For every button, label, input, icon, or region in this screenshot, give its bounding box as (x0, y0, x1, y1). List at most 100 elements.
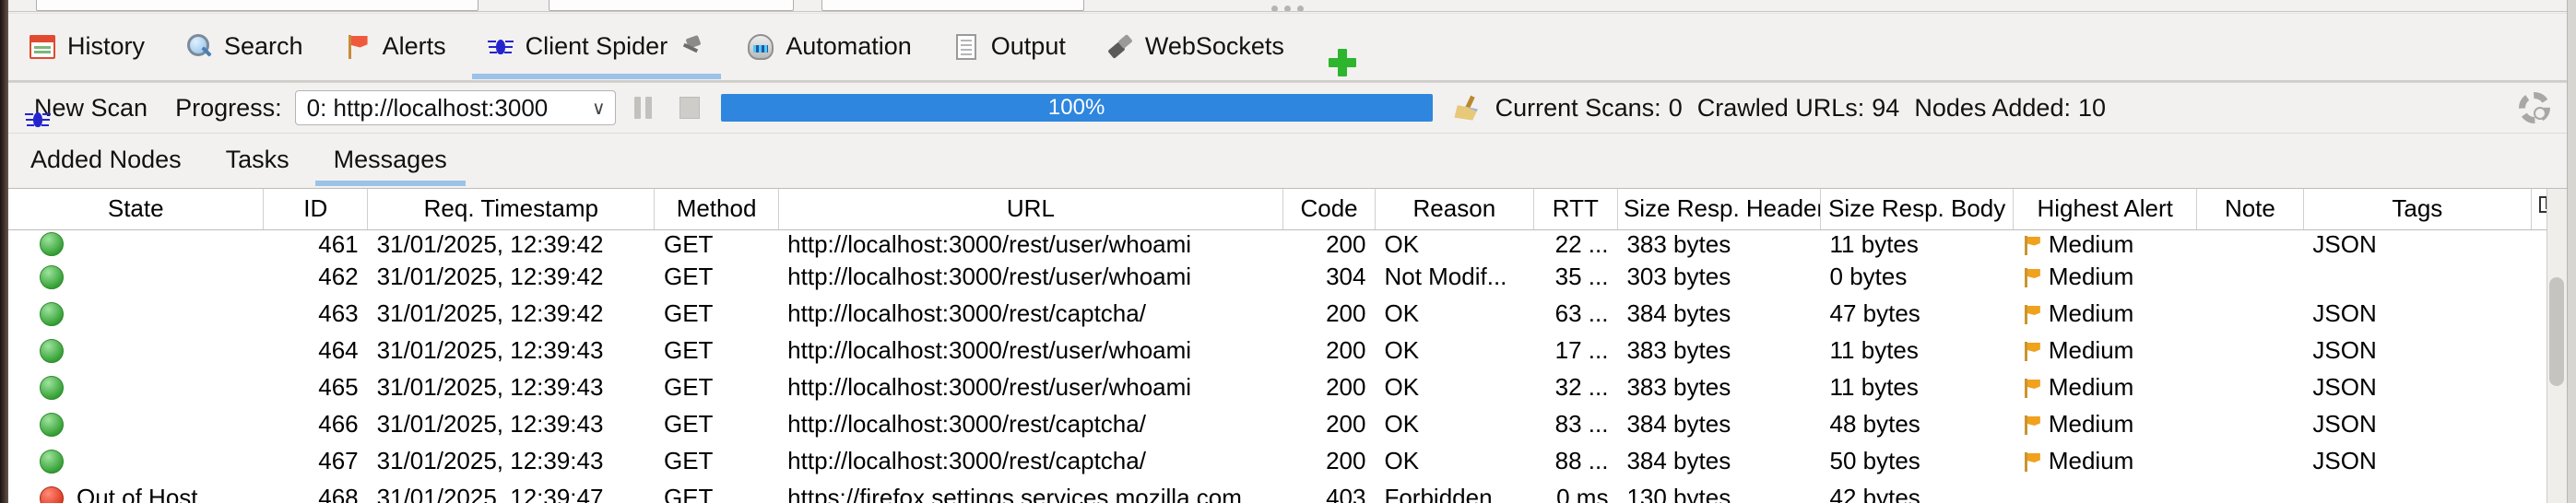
table-row[interactable]: 462 31/01/2025, 12:39:42 GET http://localho… (8, 259, 2567, 296)
cell-code: 200 (1326, 447, 1366, 474)
cell-id: 466 (318, 410, 359, 438)
cell-reason: OK (1384, 410, 1420, 438)
col-header-url[interactable]: URL (778, 189, 1284, 230)
scan-progress-text: 100% (1047, 95, 1105, 120)
table-row[interactable]: Out of Host 468 31/01/2025, 12:39:47 GET htt… (8, 480, 2567, 503)
cell-highest-alert: Medium (2014, 369, 2197, 406)
cell-reason: OK (1384, 447, 1420, 474)
cell-rtt: 83 ... (1554, 410, 1609, 438)
col-header-highest-alert[interactable]: Highest Alert (2013, 189, 2197, 230)
sub-tab-added-nodes[interactable]: Added Nodes (8, 134, 204, 186)
table-row[interactable]: 463 31/01/2025, 12:39:42 GET http://localho… (8, 296, 2567, 333)
col-header-state[interactable]: State (8, 189, 265, 230)
pause-icon (634, 97, 653, 119)
header-row: State ID Req. Timestamp Method URL Code … (8, 189, 2567, 230)
state-indicator-icon (40, 338, 64, 363)
tab-alerts[interactable]: Alerts (324, 14, 467, 79)
alert-flag-icon (2023, 235, 2041, 256)
broom-clear-icon[interactable] (1453, 94, 1481, 122)
spider-toolbar: New Scan Progress: 0: http://localhost:3… (8, 82, 2567, 133)
cell-rtt: 35 ... (1554, 263, 1609, 290)
cell-method: GET (663, 299, 714, 327)
strip-divider-top (8, 11, 2567, 12)
tab-output[interactable]: Output (932, 14, 1086, 79)
scan-progress-bar: 100% (720, 94, 1433, 122)
table-row[interactable]: 466 31/01/2025, 12:39:43 GET http://localho… (8, 406, 2567, 443)
table-row[interactable]: 465 31/01/2025, 12:39:43 GET http://localho… (8, 369, 2567, 406)
tab-history[interactable]: History (8, 14, 165, 79)
tab-automation[interactable]: Automation (727, 14, 932, 79)
col-header-reason[interactable]: Reason (1375, 189, 1534, 230)
sub-tab-tasks-label: Tasks (225, 146, 290, 173)
cell-tags (2303, 480, 2531, 503)
cell-size-resp-header: 384 bytes (1626, 447, 1731, 474)
alert-flag-icon (2023, 379, 2041, 399)
window-right-scroll-gutter[interactable] (2567, 0, 2576, 503)
chrome-fragment-1 (36, 0, 479, 11)
cell-note (2196, 406, 2303, 443)
table-vertical-scrollbar[interactable] (2546, 189, 2567, 503)
cell-method: GET (663, 336, 714, 364)
cell-state (8, 296, 264, 333)
sub-tab-messages[interactable]: Messages (312, 134, 469, 186)
plug-websocket-icon (1106, 33, 1134, 61)
tab-websockets[interactable]: WebSockets (1086, 14, 1305, 79)
state-indicator-icon (40, 485, 64, 503)
cell-id: 461 (318, 229, 359, 258)
cell-timestamp: 31/01/2025, 12:39:42 (376, 299, 604, 327)
table-row[interactable]: 461 31/01/2025, 12:39:42 GET http://localho… (8, 229, 2567, 259)
cell-method: GET (663, 263, 714, 290)
cell-reason: Forbidden (1384, 484, 1493, 503)
gear-options-icon[interactable] (2519, 92, 2550, 123)
col-header-size-resp-body[interactable]: Size Resp. Body (1820, 189, 2015, 230)
stop-icon (679, 97, 700, 119)
main-tabs: History Search Alerts Client Spider Auto… (8, 14, 2567, 82)
cell-rtt: 32 ... (1554, 373, 1609, 401)
cell-highest-alert (2014, 480, 2197, 503)
stop-scan-button[interactable] (671, 90, 708, 125)
cell-tags: JSON (2312, 373, 2377, 401)
pin-icon[interactable] (679, 33, 706, 61)
cell-size-resp-header: 384 bytes (1626, 299, 1731, 327)
cell-id: 464 (318, 336, 359, 364)
cell-tags (2303, 259, 2531, 296)
scan-select[interactable]: 0: http://localhost:3000 ∨ (294, 90, 616, 125)
table-row[interactable]: 464 31/01/2025, 12:39:43 GET http://localho… (8, 333, 2567, 369)
robot-automation-icon (747, 33, 774, 61)
cell-size-resp-body: 11 bytes (1829, 336, 1919, 364)
tab-history-label: History (67, 32, 146, 60)
col-header-tags[interactable]: Tags (2303, 189, 2532, 230)
scrollbar-thumb[interactable] (2549, 277, 2564, 386)
cell-rtt: 0 ms (1556, 484, 1609, 503)
tab-client-spider[interactable]: Client Spider (467, 14, 727, 79)
cell-tags: JSON (2312, 410, 2377, 438)
new-scan-button[interactable]: New Scan (25, 94, 148, 123)
col-header-rtt[interactable]: RTT (1533, 189, 1618, 230)
col-header-id[interactable]: ID (263, 189, 369, 230)
cell-note (2196, 296, 2303, 333)
col-header-size-resp-header[interactable]: Size Resp. Header (1617, 189, 1822, 230)
cell-highest-alert: Medium (2014, 406, 2197, 443)
tab-alerts-label: Alerts (382, 32, 446, 60)
cell-rtt: 22 ... (1554, 229, 1609, 258)
col-header-code[interactable]: Code (1282, 189, 1376, 230)
cell-code: 200 (1326, 373, 1366, 401)
alert-flag-icon (2023, 268, 2041, 288)
cell-timestamp: 31/01/2025, 12:39:43 (376, 410, 604, 438)
tab-search[interactable]: Search (165, 14, 324, 79)
col-header-note[interactable]: Note (2196, 189, 2304, 230)
pause-scan-button[interactable] (625, 90, 662, 125)
table-row[interactable]: 467 31/01/2025, 12:39:43 GET http://localho… (8, 443, 2567, 480)
col-header-method[interactable]: Method (654, 189, 779, 230)
cell-code: 200 (1326, 410, 1366, 438)
cell-size-resp-body: 11 bytes (1829, 229, 1919, 258)
sub-tab-tasks[interactable]: Tasks (204, 134, 312, 186)
alert-flag-icon (2023, 415, 2041, 436)
add-tab-button[interactable] (1305, 14, 1349, 79)
cell-note (2196, 443, 2303, 480)
col-header-timestamp[interactable]: Req. Timestamp (367, 189, 656, 230)
cell-highest-alert: Medium (2014, 296, 2197, 333)
chrome-fragment-3 (821, 0, 1084, 11)
new-scan-label: New Scan (34, 93, 148, 122)
cell-timestamp: 31/01/2025, 12:39:47 (376, 484, 604, 503)
